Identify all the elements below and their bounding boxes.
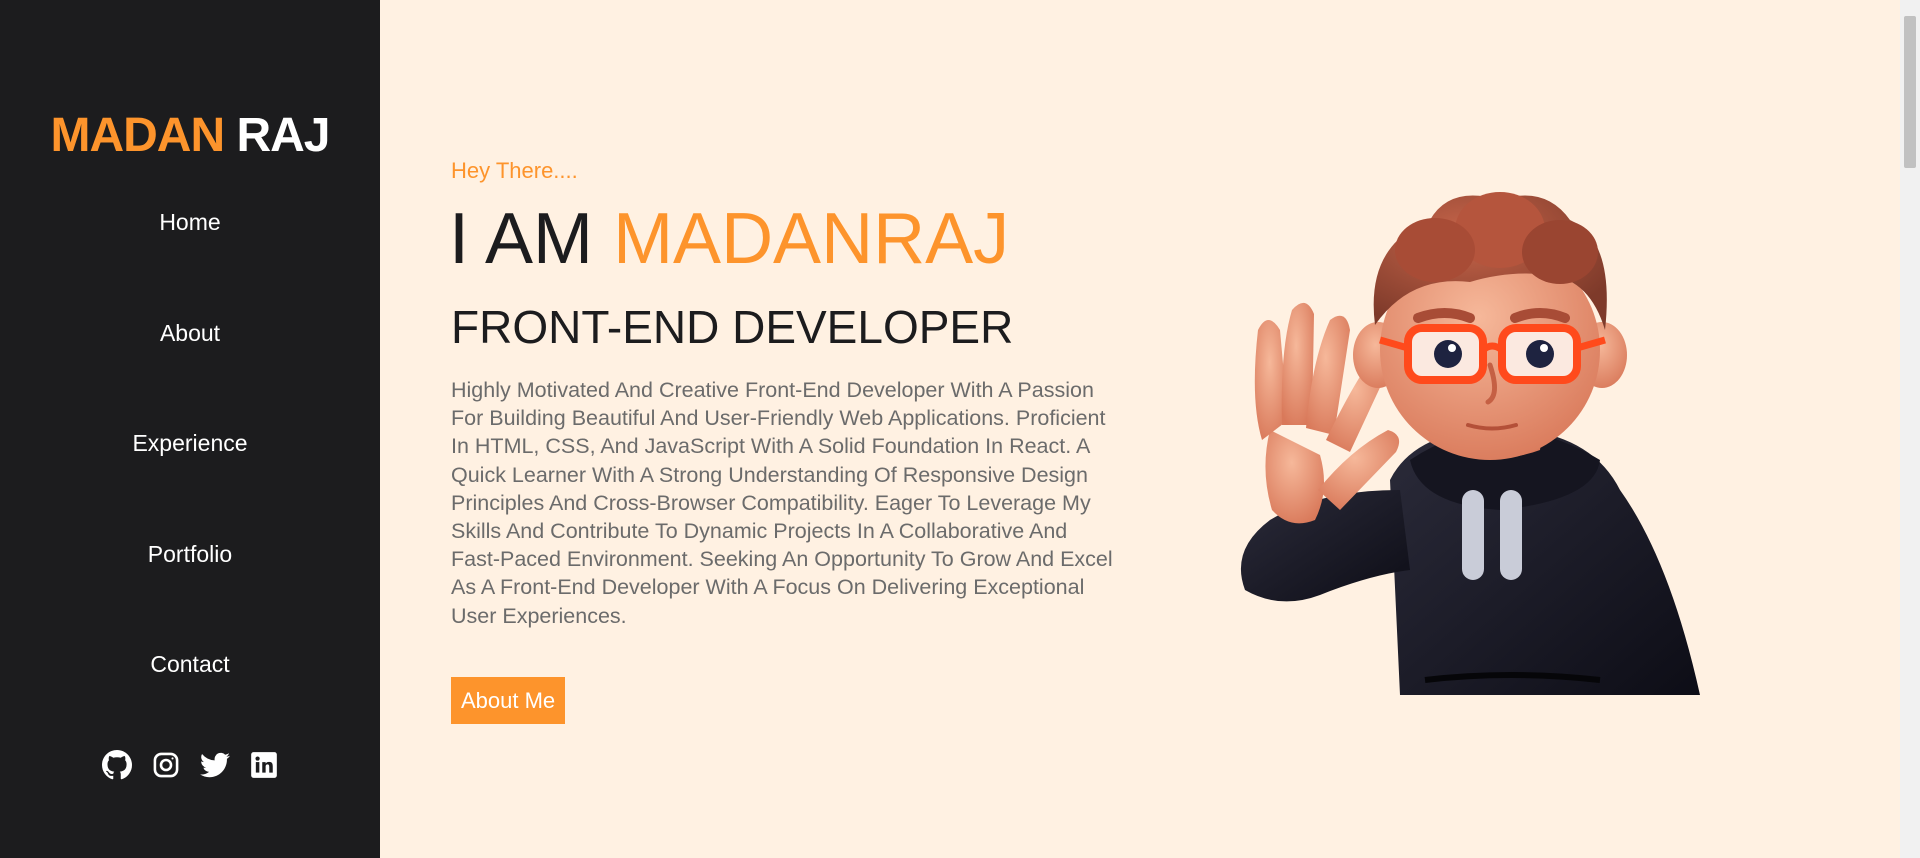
nav-item-about[interactable]: About: [160, 316, 220, 427]
nav-item-contact[interactable]: Contact: [150, 647, 229, 758]
hero-heading: I AM MADANRAJ: [449, 198, 1009, 280]
nav-item-experience[interactable]: Experience: [132, 426, 247, 537]
greeting-text: Hey There....: [451, 158, 578, 183]
about-me-button[interactable]: About Me: [451, 677, 566, 724]
heading-name: MADANRAJ: [613, 199, 1010, 279]
heading-prefix: I AM: [449, 199, 594, 279]
linkedin-icon[interactable]: [249, 750, 279, 780]
brand-first-name: MADAN: [50, 109, 225, 162]
github-icon[interactable]: [101, 750, 132, 780]
social-links: [0, 750, 380, 780]
bio-paragraph: Highly Motivated And Creative Front-End …: [451, 378, 1113, 628]
main-nav: Home About Experience Portfolio Contact: [132, 205, 247, 758]
brand-last-name: RAJ: [236, 109, 330, 162]
instagram-icon[interactable]: [151, 750, 181, 780]
portfolio-page: MADAN RAJ Home About Experience Portfoli…: [0, 0, 1920, 858]
page-scrollbar[interactable]: [1900, 0, 1920, 858]
twitter-icon[interactable]: [199, 750, 230, 780]
sidebar: MADAN RAJ Home About Experience Portfoli…: [0, 0, 380, 858]
waving-avatar-illustration: [1240, 192, 1700, 695]
nav-item-home[interactable]: Home: [159, 205, 220, 316]
role-title: FRONT-END DEVELOPER: [451, 301, 1014, 353]
nav-item-portfolio[interactable]: Portfolio: [148, 537, 232, 648]
hero-section: Hey There.... I AM MADANRAJ FRONT-END DE…: [380, 0, 1920, 858]
scrollbar-thumb[interactable]: [1904, 16, 1916, 168]
brand-logo[interactable]: MADAN RAJ: [50, 108, 330, 163]
